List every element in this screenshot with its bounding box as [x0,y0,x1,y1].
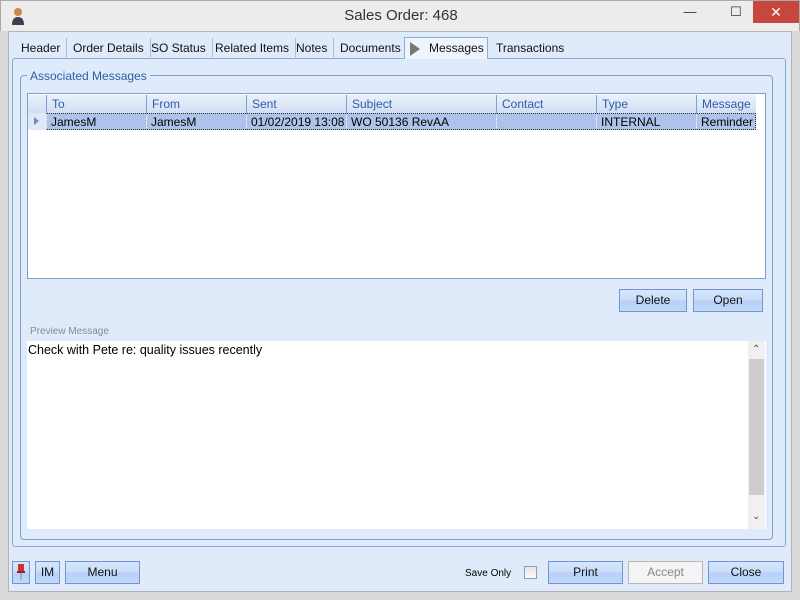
preview-message-textarea[interactable]: Check with Pete re: quality issues recen… [27,341,766,529]
delete-button[interactable]: Delete [619,289,687,312]
save-only-label: Save Only [465,568,512,579]
cell-subject[interactable]: WO 50136 RevAA [346,113,496,130]
tab-notes[interactable]: Notes [290,38,335,59]
cell-to[interactable]: JamesM [46,113,146,130]
tab-transactions[interactable]: Transactions [490,38,570,59]
close-window-button[interactable]: ✕ [753,1,799,23]
minimize-button[interactable]: — [673,1,707,23]
tab-documents[interactable]: Documents [334,38,408,59]
cell-type[interactable]: INTERNAL [596,113,696,130]
messages-grid[interactable]: To From Sent Subject Contact Type Messag… [27,93,766,279]
column-header-message[interactable]: Message [696,95,756,113]
cell-contact[interactable] [496,113,596,130]
column-header-contact[interactable]: Contact [496,95,596,113]
preview-message-label: Preview Message [30,326,109,337]
print-button[interactable]: Print [548,561,623,584]
open-button[interactable]: Open [693,289,763,312]
pin-icon [17,564,25,580]
open-label: Open [713,293,743,307]
column-header-type[interactable]: Type [596,95,696,113]
tab-header[interactable]: Header [15,38,68,59]
tab-messages-label: Messages [429,41,484,55]
column-header-from[interactable]: From [146,95,246,113]
arrow-icon [410,42,420,56]
row-header-corner [28,95,47,113]
tab-messages[interactable]: Messages [404,37,488,59]
tab-order-details[interactable]: Order Details [67,38,151,59]
pin-button[interactable] [12,561,30,584]
cell-sent[interactable]: 01/02/2019 13:08 [246,113,346,130]
vertical-scrollbar[interactable]: ⌃ ⌄ [748,341,765,529]
column-header-to[interactable]: To [46,95,146,113]
scroll-up-icon[interactable]: ⌃ [752,344,760,355]
column-header-subject[interactable]: Subject [346,95,496,113]
cell-message[interactable]: Reminder [696,113,756,130]
im-button[interactable]: IM [35,561,60,584]
column-header-sent[interactable]: Sent [246,95,346,113]
scroll-down-icon[interactable]: ⌄ [752,511,760,522]
preview-message-text: Check with Pete re: quality issues recen… [28,343,263,357]
accept-button[interactable]: Accept [628,561,703,584]
tab-so-status[interactable]: SO Status [145,38,213,59]
save-only-checkbox[interactable] [524,566,537,579]
cell-from[interactable]: JamesM [146,113,246,130]
row-selector[interactable] [28,113,46,130]
current-row-icon [34,117,39,125]
group-label: Associated Messages [27,69,150,83]
tab-related-items[interactable]: Related Items [209,38,297,59]
menu-button[interactable]: Menu [65,561,140,584]
delete-label: Delete [635,293,671,307]
maximize-button[interactable]: ☐ [719,1,753,23]
title-bar: Sales Order: 468 — ☐ ✕ [0,0,800,31]
close-button[interactable]: Close [708,561,784,584]
scroll-thumb[interactable] [749,359,764,495]
